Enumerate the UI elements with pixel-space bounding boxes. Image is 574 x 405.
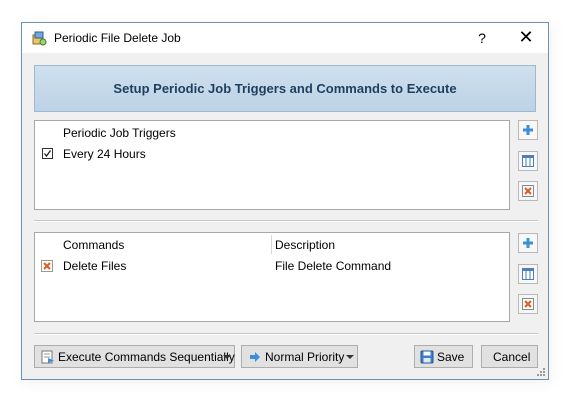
x-box-icon	[522, 185, 534, 197]
add-trigger-button[interactable]	[518, 120, 538, 140]
floppy-disk-icon	[420, 350, 434, 364]
description-cell: File Delete Command	[275, 259, 392, 273]
close-button[interactable]: ✕	[506, 23, 546, 53]
trigger-label: Every 24 Hours	[63, 147, 146, 161]
columns-icon	[522, 268, 534, 280]
save-label: Save	[437, 350, 465, 364]
plus-icon	[523, 238, 533, 248]
priority-dropdown[interactable]: Normal Priority	[241, 345, 358, 368]
edit-trigger-button[interactable]	[518, 151, 538, 171]
arrow-right-icon	[250, 352, 260, 362]
commands-table[interactable]: Commands Description Delete Files File D…	[34, 232, 510, 322]
header-banner: Setup Periodic Job Triggers and Commands…	[34, 65, 536, 112]
command-cell: Delete Files	[63, 259, 127, 273]
resize-grip-icon[interactable]	[536, 367, 546, 377]
commands-column-header: Commands	[63, 238, 125, 252]
execute-icon	[41, 350, 54, 364]
plus-icon	[523, 125, 533, 135]
cancel-label: Cancel	[493, 350, 531, 364]
edit-command-button[interactable]	[518, 264, 538, 284]
description-column-header: Description	[275, 238, 336, 252]
title-bar[interactable]: Periodic File Delete Job ? ✕	[22, 23, 548, 53]
app-icon	[31, 30, 47, 46]
save-button[interactable]: Save	[414, 345, 473, 368]
window-title: Periodic File Delete Job	[54, 31, 181, 45]
delete-files-icon	[41, 260, 53, 272]
section-divider	[34, 220, 538, 222]
delete-command-button[interactable]	[518, 294, 538, 314]
triggers-column-header: Periodic Job Triggers	[63, 126, 176, 140]
execute-mode-label: Execute Commands Sequentially	[58, 350, 235, 364]
triggers-list[interactable]: Periodic Job Triggers Every 24 Hours	[34, 120, 510, 210]
chevron-down-icon	[346, 355, 354, 359]
trigger-checkbox[interactable]	[42, 148, 53, 159]
delete-trigger-button[interactable]	[518, 181, 538, 201]
cancel-button[interactable]: Cancel	[481, 345, 538, 368]
execute-mode-dropdown[interactable]: Execute Commands Sequentially	[34, 345, 235, 368]
chevron-down-icon	[223, 355, 231, 359]
priority-label: Normal Priority	[265, 350, 345, 364]
help-button[interactable]: ?	[465, 23, 499, 53]
section-divider	[34, 333, 538, 335]
dialog-window: Periodic File Delete Job ? ✕ Setup Perio…	[21, 22, 549, 380]
columns-icon	[522, 155, 534, 167]
add-command-button[interactable]	[518, 233, 538, 253]
column-separator	[271, 235, 272, 254]
x-box-icon	[522, 298, 534, 310]
